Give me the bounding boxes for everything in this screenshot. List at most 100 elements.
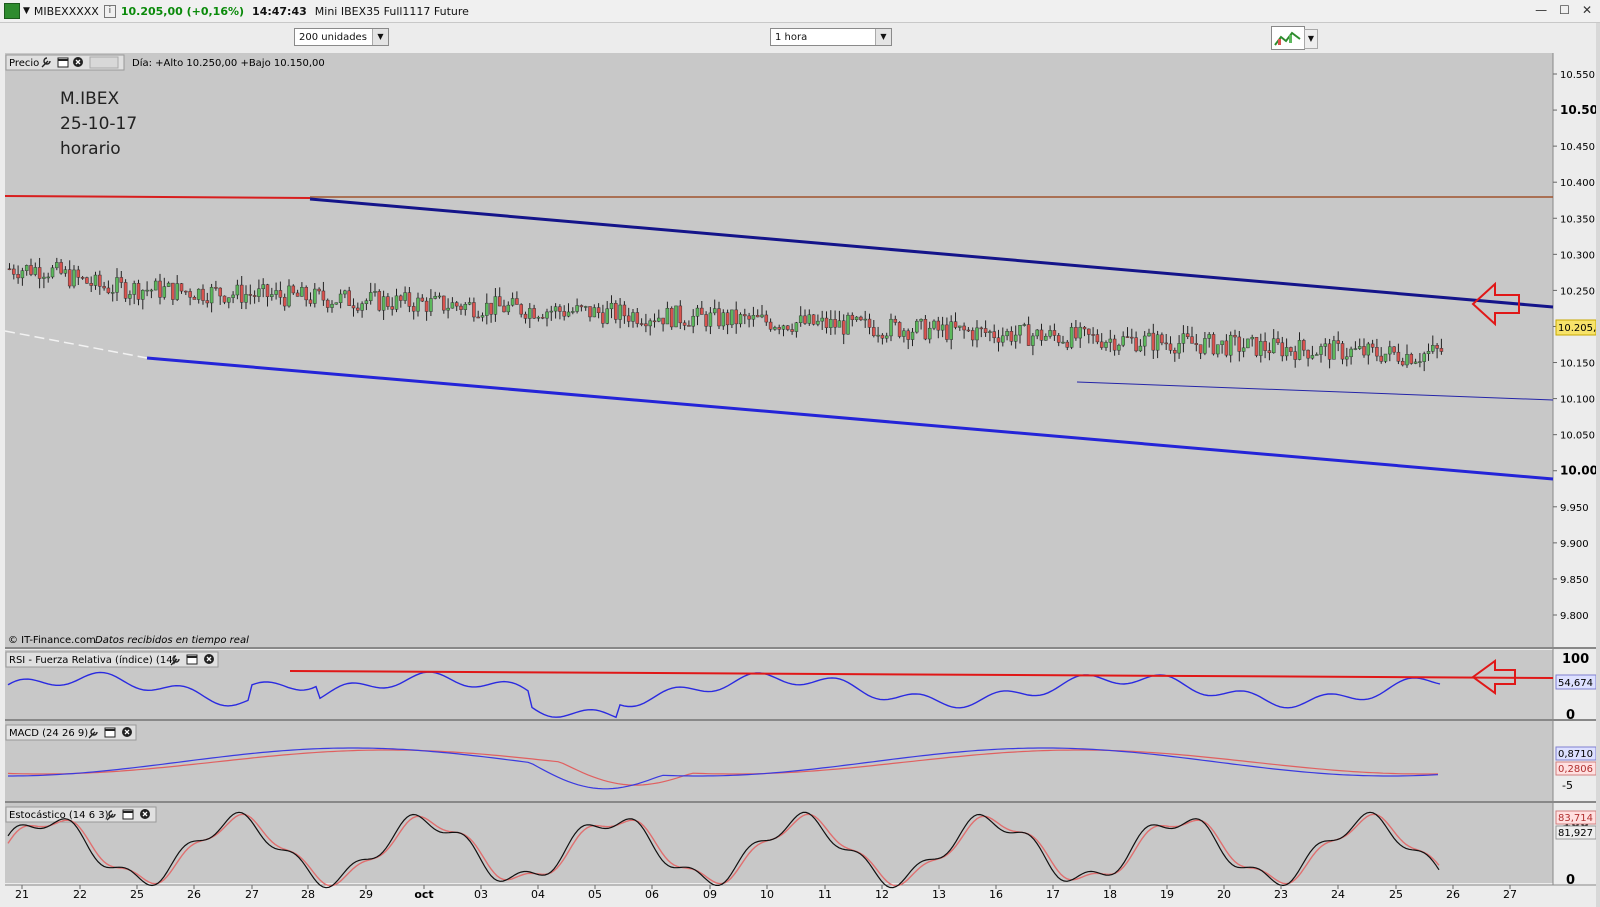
candle-down xyxy=(867,318,872,328)
candle-up xyxy=(145,289,149,292)
candle-down xyxy=(1340,343,1345,360)
price-tick-label: 10.150 xyxy=(1560,359,1595,370)
candle-up xyxy=(1138,345,1143,352)
candle-down xyxy=(635,312,640,324)
right-scroll-strip[interactable] xyxy=(1596,23,1600,907)
x-axis-label: 17 xyxy=(1046,888,1060,901)
x-axis-label: 23 xyxy=(1274,888,1288,901)
candle-up xyxy=(691,315,695,327)
price-pane-header: Precio Día: +Alto 10.250,00 +Bajo 10.150… xyxy=(5,54,325,71)
rsi-tick-0: 0 xyxy=(1566,708,1575,723)
candle-down xyxy=(786,325,790,330)
candle-down xyxy=(515,298,519,305)
candle-up xyxy=(110,292,115,294)
candle-up xyxy=(773,327,777,330)
candle-up xyxy=(940,324,945,331)
candle-down xyxy=(411,306,416,312)
candle-up xyxy=(781,325,786,330)
window-icon[interactable] xyxy=(57,57,69,68)
candle-up xyxy=(592,307,597,318)
candle-down xyxy=(476,316,480,319)
candle-up xyxy=(884,335,889,339)
candle-up xyxy=(72,269,76,287)
candle-down xyxy=(317,288,321,292)
x-axis-label: 12 xyxy=(875,888,889,901)
candle-down xyxy=(171,282,175,300)
candle-up xyxy=(807,314,812,324)
candle-up xyxy=(958,325,962,328)
macd-pane-header: MACD (24 26 9) xyxy=(5,724,137,741)
candle-down xyxy=(1375,347,1379,357)
candle-up xyxy=(1405,354,1409,366)
candle-up xyxy=(1332,340,1336,360)
candle-down xyxy=(1099,341,1104,348)
candle-down xyxy=(579,305,584,308)
candle-down xyxy=(377,291,382,311)
candle-down xyxy=(1267,350,1272,354)
candle-up xyxy=(657,317,661,322)
candle-up xyxy=(816,320,820,325)
candle-up xyxy=(1035,329,1039,337)
candle-up xyxy=(760,314,764,318)
candle-down xyxy=(347,290,351,306)
candle-up xyxy=(373,291,377,293)
candle-up xyxy=(368,292,373,302)
candle-up xyxy=(42,276,46,279)
stoch-k-tag: 83,714 xyxy=(1555,810,1596,825)
candle-up xyxy=(1005,331,1009,337)
candle-down xyxy=(98,274,102,287)
price-tick-label: 10.450 xyxy=(1560,142,1595,153)
candle-down xyxy=(179,283,184,292)
arrows-icon[interactable] xyxy=(89,56,119,69)
window-icon[interactable] xyxy=(104,727,116,738)
candle-down xyxy=(1409,354,1414,364)
candle-up xyxy=(1241,347,1246,352)
x-axis-label: 21 xyxy=(15,888,29,901)
candle-down xyxy=(1095,334,1100,343)
candle-down xyxy=(661,317,665,325)
candle-down xyxy=(497,296,502,307)
candle-down xyxy=(1370,343,1375,348)
rsi-tick-100: 100 xyxy=(1562,652,1589,667)
candle-up xyxy=(313,288,317,304)
chart-canvas[interactable]: Precio Día: +Alto 10.250,00 +Bajo 10.150… xyxy=(0,0,1596,907)
candle-down xyxy=(7,268,12,271)
price-tick-label: 10.550 xyxy=(1560,70,1595,81)
candle-up xyxy=(364,300,369,304)
last-price-tag: 10.205,0 xyxy=(1555,319,1596,336)
candle-down xyxy=(489,302,493,315)
candle-up xyxy=(1259,341,1263,356)
close-circle-icon[interactable] xyxy=(122,727,132,737)
candle-up xyxy=(50,267,55,278)
candle-up xyxy=(403,292,407,301)
candle-down xyxy=(218,287,222,297)
candle-up xyxy=(1319,346,1323,355)
rsi-value-label: 54,674 xyxy=(1558,678,1593,689)
candle-up xyxy=(820,317,824,322)
candle-up xyxy=(330,303,334,308)
window-icon[interactable] xyxy=(186,654,198,665)
candle-up xyxy=(128,294,132,299)
price-tick-label: 10.350 xyxy=(1560,214,1595,225)
candle-up xyxy=(227,297,231,303)
close-circle-icon[interactable] xyxy=(73,57,83,67)
candle-up xyxy=(433,296,437,299)
candle-down xyxy=(626,315,631,322)
candle-down xyxy=(1052,330,1057,336)
candle-down xyxy=(1400,360,1405,366)
candle-up xyxy=(429,298,433,312)
x-axis-label: 05 xyxy=(588,888,602,901)
candle-up xyxy=(162,286,167,298)
candle-up xyxy=(846,314,850,335)
close-circle-icon[interactable] xyxy=(140,809,150,819)
candle-up xyxy=(988,331,992,333)
note-line-2: 25-10-17 xyxy=(60,114,137,134)
candle-down xyxy=(454,302,459,307)
close-circle-icon[interactable] xyxy=(204,654,214,664)
candle-down xyxy=(1379,355,1383,362)
candle-up xyxy=(1108,338,1113,343)
window-icon[interactable] xyxy=(122,809,134,820)
candle-down xyxy=(59,262,63,274)
candle-down xyxy=(1233,334,1237,338)
candle-up xyxy=(1353,348,1358,350)
